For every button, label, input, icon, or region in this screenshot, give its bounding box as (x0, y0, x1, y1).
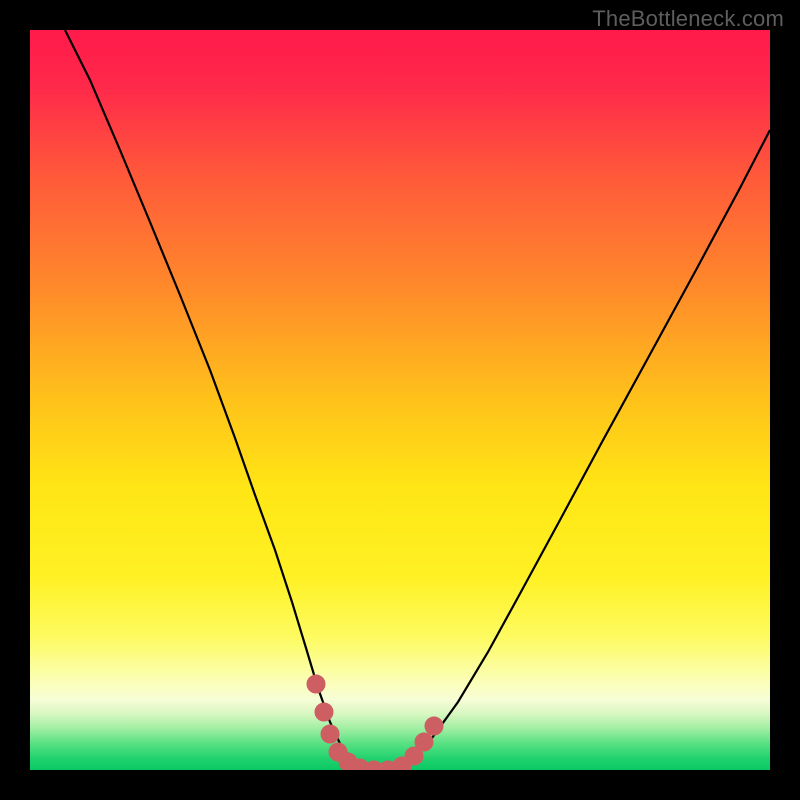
curve-layer (30, 30, 770, 770)
watermark-text: TheBottleneck.com (592, 6, 784, 32)
valley-marker (321, 725, 339, 743)
valley-marker (415, 733, 433, 751)
valley-marker (425, 717, 443, 735)
bottleneck-curve (65, 30, 770, 768)
outer-frame: TheBottleneck.com (0, 0, 800, 800)
valley-marker (315, 703, 333, 721)
valley-markers (307, 675, 443, 770)
valley-marker (307, 675, 325, 693)
plot-area (30, 30, 770, 770)
